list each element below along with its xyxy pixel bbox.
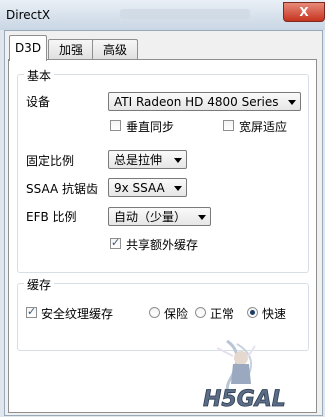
device-value: ATI Radeon HD 4800 Series bbox=[114, 95, 279, 109]
vsync-label: 垂直同步 bbox=[126, 120, 175, 134]
radio-normal-label: 正常 bbox=[210, 307, 235, 321]
basic-group: 基本 设备 ATI Radeon HD 4800 Series 垂直同步 宽屏适… bbox=[17, 67, 309, 273]
chevron-down-icon bbox=[198, 215, 206, 220]
widescreen-checkbox[interactable] bbox=[223, 120, 234, 131]
basic-group-title: 基本 bbox=[24, 67, 55, 84]
h5gal-logo-watermark: H5GAL bbox=[203, 339, 286, 412]
chevron-down-icon bbox=[288, 100, 296, 105]
cache-group-title: 缓存 bbox=[24, 276, 55, 293]
efb-scale-select[interactable]: 自动（少量） bbox=[108, 207, 211, 226]
device-label: 设备 bbox=[26, 95, 51, 109]
svg-text:H5GAL: H5GAL bbox=[203, 387, 286, 412]
radio-safe[interactable] bbox=[149, 307, 160, 318]
chevron-down-icon bbox=[174, 158, 182, 163]
device-select[interactable]: ATI Radeon HD 4800 Series bbox=[108, 92, 301, 111]
vsync-checkbox[interactable] bbox=[110, 120, 121, 131]
ssaa-select[interactable]: 9x SSAA bbox=[108, 178, 187, 197]
share-cache-label: 共享额外缓存 bbox=[126, 238, 199, 252]
radio-safe-label: 保险 bbox=[164, 307, 189, 321]
safe-texture-cache-label: 安全纹理缓存 bbox=[41, 307, 114, 321]
safe-texture-cache-checkbox[interactable] bbox=[26, 305, 37, 318]
title-bar: DirectX X bbox=[0, 0, 325, 30]
tab-enhance[interactable]: 加强 bbox=[48, 39, 94, 60]
share-cache-checkbox[interactable] bbox=[110, 236, 121, 249]
window-title: DirectX bbox=[6, 8, 51, 22]
ssaa-label: SSAA 抗锯齿 bbox=[26, 182, 99, 196]
close-button[interactable]: X bbox=[283, 2, 325, 22]
ssaa-value: 9x SSAA bbox=[114, 181, 165, 195]
radio-fast-label: 快速 bbox=[262, 307, 287, 321]
aspect-ratio-label: 固定比例 bbox=[26, 154, 75, 168]
efb-scale-value: 自动（少量） bbox=[114, 210, 187, 224]
tab-d3d[interactable]: D3D bbox=[9, 35, 47, 61]
efb-scale-label: EFB 比例 bbox=[26, 210, 77, 224]
aspect-ratio-select[interactable]: 总是拉伸 bbox=[108, 150, 187, 169]
chevron-down-icon bbox=[174, 186, 182, 191]
radio-normal[interactable] bbox=[195, 307, 206, 318]
tab-advanced[interactable]: 高级 bbox=[92, 39, 138, 60]
aspect-ratio-value: 总是拉伸 bbox=[114, 153, 163, 167]
radio-fast[interactable] bbox=[247, 307, 258, 318]
widescreen-label: 宽屏适应 bbox=[239, 120, 288, 134]
blurred-title-area bbox=[120, 9, 250, 19]
